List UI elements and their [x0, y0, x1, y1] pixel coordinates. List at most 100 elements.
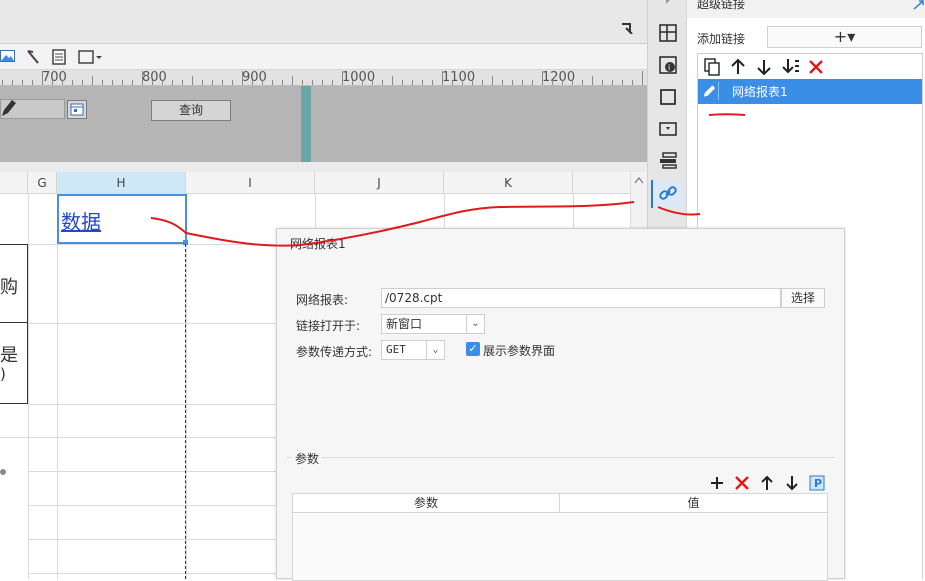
ruler-tick [632, 80, 633, 85]
column-header-g[interactable]: G [28, 172, 57, 194]
ruler-tick [242, 71, 243, 85]
ruler-tick [312, 80, 313, 85]
report-path-input[interactable]: /0728.cpt [381, 288, 781, 308]
show-param-checkbox[interactable]: ✓ [466, 342, 480, 356]
link-list-item[interactable]: 网络报表1 [698, 79, 922, 104]
ruler-tick [42, 71, 43, 85]
ruler-tick [562, 80, 563, 85]
brush-icon[interactable] [26, 49, 42, 65]
delete-icon[interactable] [806, 57, 826, 77]
widget-icon[interactable] [52, 49, 66, 65]
value-column-header: 值 [687, 496, 700, 510]
ruler-tick [192, 76, 193, 85]
selection-box-icon[interactable] [78, 49, 102, 65]
column-header-h[interactable]: H [57, 172, 186, 194]
cell-attribute-icon[interactable] [658, 23, 678, 43]
ruler-tick [612, 80, 613, 85]
ruler-tick [382, 80, 383, 85]
param-column-header: 参数 [293, 494, 560, 512]
method-select[interactable]: GET ⌄ [381, 340, 445, 360]
parameter-group-legend: 参数 [293, 450, 322, 467]
delete-icon[interactable] [733, 474, 751, 492]
widget-settings-icon[interactable]: i [658, 55, 678, 75]
column-header-row: G H I J K [0, 172, 630, 194]
ruler-tick [262, 80, 263, 85]
ruler-tick [152, 80, 153, 85]
ruler-tick [232, 80, 233, 85]
chevron-down-icon: ⌄ [426, 341, 444, 359]
ruler-label: 1100 [442, 70, 476, 85]
partial-cell[interactable]: 购 [0, 244, 28, 323]
column-header-k[interactable]: K [444, 172, 573, 194]
ruler-tick [172, 80, 173, 85]
open-in-select[interactable]: 新窗口 ⌄ [381, 314, 485, 334]
ruler-tick [502, 80, 503, 85]
ruler-tick [282, 80, 283, 85]
show-param-label: 展示参数界面 [483, 344, 556, 358]
move-down-icon[interactable] [754, 57, 774, 77]
image-icon[interactable] [0, 49, 16, 65]
resize-icon[interactable] [913, 0, 925, 10]
ruler-tick [62, 80, 63, 85]
copy-icon[interactable] [702, 57, 722, 77]
expand-arrow-icon[interactable] [658, 0, 678, 12]
condition-attribute-icon[interactable] [658, 150, 678, 170]
collapse-icon[interactable] [620, 22, 634, 34]
hyperlink-icon[interactable] [658, 183, 678, 203]
column-header-j[interactable]: J [315, 172, 444, 194]
link-item-label: 网络报表1 [732, 85, 788, 99]
scroll-up-icon[interactable] [634, 176, 644, 184]
add-link-button[interactable]: +▾ [767, 26, 922, 48]
ruler-tick [82, 80, 83, 85]
ruler-tick [272, 80, 273, 85]
move-bottom-icon[interactable] [780, 57, 800, 77]
ruler-label: 900 [242, 70, 267, 85]
parameter-table-header: 参数 值 [293, 494, 827, 513]
form-element-icon[interactable] [658, 119, 678, 139]
open-in-label: 链接打开于: [296, 319, 361, 333]
parameter-group: 参数 P 参数 值 [287, 450, 834, 581]
ruler-tick [352, 80, 353, 85]
ruler: 700 800 900 1000 1100 1200 [0, 70, 647, 86]
web-report-dialog: 网络报表1 网络报表: /0728.cpt 选择 链接打开于: 新窗口 ⌄ 参数… [276, 228, 845, 581]
parameter-table[interactable]: 参数 值 [292, 493, 828, 581]
move-up-icon[interactable] [758, 474, 776, 492]
ruler-tick [162, 80, 163, 85]
ruler-tick [72, 80, 73, 85]
parameter-pane: 查询 [0, 86, 647, 162]
partial-cell-text: 购 [0, 277, 18, 298]
pane-divider [0, 162, 647, 172]
add-icon[interactable] [708, 474, 726, 492]
page-boundary-bar [301, 86, 311, 162]
ruler-tick [602, 80, 603, 85]
bullet-dot [0, 469, 6, 475]
ruler-tick [122, 80, 123, 85]
ruler-label: 1200 [542, 70, 576, 85]
border-icon[interactable] [658, 87, 678, 107]
partial-cell[interactable]: 是 ) [0, 323, 28, 404]
partial-cell-text: ) [0, 365, 6, 383]
partial-cell-text: 是 [0, 345, 18, 366]
ruler-tick [2, 80, 3, 85]
ruler-tick [362, 80, 363, 85]
dialog-title: 网络报表1 [290, 237, 346, 251]
ruler-tick [582, 80, 583, 85]
move-up-icon[interactable] [728, 57, 748, 77]
page-break-line [185, 244, 186, 579]
move-down-icon[interactable] [783, 474, 801, 492]
hyperlink-cell-text[interactable]: 数据 [61, 206, 101, 235]
report-label: 网络报表: [296, 293, 349, 307]
method-value: GET [386, 343, 406, 356]
ruler-tick [432, 80, 433, 85]
ruler-tick [292, 76, 293, 85]
ruler-tick [52, 80, 53, 85]
column-header-i[interactable]: I [186, 172, 315, 194]
ruler-tick [142, 71, 143, 85]
ruler-tick [552, 80, 553, 85]
calendar-icon[interactable] [67, 100, 87, 119]
ruler-tick [512, 80, 513, 85]
select-button[interactable]: 选择 [781, 288, 825, 308]
query-button[interactable]: 查询 [151, 100, 231, 121]
parameter-p-icon[interactable]: P [808, 474, 826, 492]
ruler-tick [332, 80, 333, 85]
